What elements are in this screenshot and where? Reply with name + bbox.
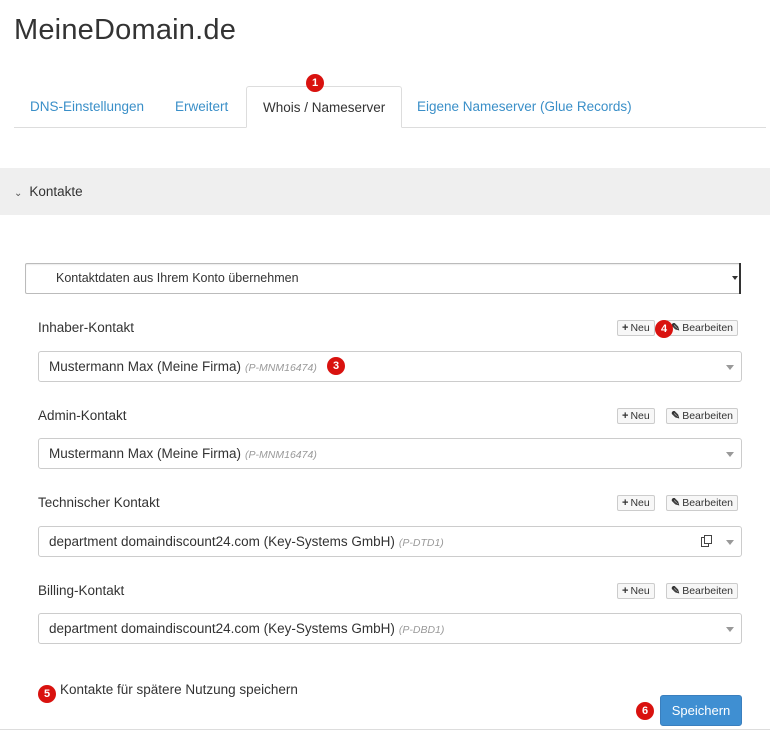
save-contacts-option[interactable]: Kontakte für spätere Nutzung speichern bbox=[60, 682, 298, 697]
chevron-down-icon bbox=[726, 540, 734, 545]
edit-billing-contact-button[interactable]: ✎ Bearbeiten bbox=[666, 583, 739, 599]
contact-label-owner: Inhaber-Kontakt bbox=[38, 320, 135, 335]
admin-contact-value: Mustermann Max (Meine Firma) bbox=[49, 446, 242, 461]
new-billing-contact-button[interactable]: + Neu bbox=[617, 583, 655, 599]
plus-icon: + bbox=[622, 410, 629, 422]
plus-icon: + bbox=[622, 322, 629, 334]
new-admin-contact-button[interactable]: + Neu bbox=[617, 408, 655, 424]
import-contact-select-value: Kontaktdaten aus Ihrem Konto übernehmen bbox=[56, 271, 299, 285]
billing-contact-value: department domaindiscount24.com (Key-Sys… bbox=[49, 621, 395, 636]
section-header-contacts[interactable]: ⌄ Kontakte bbox=[0, 168, 770, 215]
annotation-badge-3: 3 bbox=[327, 357, 345, 375]
chevron-down-icon: ⌄ bbox=[14, 188, 23, 199]
annotation-badge-1: 1 bbox=[306, 74, 324, 92]
technical-contact-handle: (P-DTD1) bbox=[398, 537, 444, 549]
chevron-down-icon bbox=[726, 627, 734, 632]
tab-bar: DNS-Einstellungen Erweitert Whois / Name… bbox=[14, 86, 766, 128]
annotation-badge-4: 4 bbox=[655, 320, 673, 338]
technical-contact-select[interactable]: department domaindiscount24.com (Key-Sys… bbox=[38, 526, 742, 557]
section-title: Kontakte bbox=[29, 184, 83, 199]
new-technical-contact-button[interactable]: + Neu bbox=[617, 495, 655, 511]
tab-glue-records[interactable]: Eigene Nameserver (Glue Records) bbox=[401, 86, 648, 127]
owner-contact-select[interactable]: Mustermann Max (Meine Firma) (P-MNM16474) bbox=[38, 351, 742, 382]
annotation-badge-6: 6 bbox=[636, 702, 654, 720]
contact-label-technical: Technischer Kontakt bbox=[38, 495, 160, 510]
plus-icon: + bbox=[622, 497, 629, 509]
contact-label-admin: Admin-Kontakt bbox=[38, 408, 127, 423]
pencil-icon: ✎ bbox=[671, 585, 681, 597]
tab-dns-settings[interactable]: DNS-Einstellungen bbox=[14, 86, 160, 127]
copy-icon[interactable] bbox=[701, 535, 713, 547]
tab-advanced[interactable]: Erweitert bbox=[159, 86, 244, 127]
new-owner-contact-button[interactable]: + Neu bbox=[617, 320, 655, 336]
pencil-icon: ✎ bbox=[671, 410, 681, 422]
chevron-down-icon bbox=[726, 365, 734, 370]
page-title: MeineDomain.de bbox=[14, 14, 237, 46]
edit-owner-contact-button[interactable]: ✎ Bearbeiten bbox=[666, 320, 739, 336]
billing-contact-select[interactable]: department domaindiscount24.com (Key-Sys… bbox=[38, 613, 742, 644]
contact-label-billing: Billing-Kontakt bbox=[38, 583, 125, 598]
owner-contact-handle: (P-MNM16474) bbox=[245, 362, 317, 374]
plus-icon: + bbox=[622, 585, 629, 597]
annotation-badge-5: 5 bbox=[38, 685, 56, 703]
import-contact-select[interactable]: Kontaktdaten aus Ihrem Konto übernehmen bbox=[25, 263, 741, 294]
owner-contact-value: Mustermann Max (Meine Firma) bbox=[49, 359, 242, 374]
pencil-icon: ✎ bbox=[671, 497, 681, 509]
billing-contact-handle: (P-DBD1) bbox=[398, 624, 445, 636]
chevron-down-icon bbox=[732, 263, 741, 294]
edit-admin-contact-button[interactable]: ✎ Bearbeiten bbox=[666, 408, 739, 424]
admin-contact-handle: (P-MNM16474) bbox=[245, 449, 317, 461]
chevron-down-icon bbox=[726, 452, 734, 457]
save-button[interactable]: Speichern bbox=[660, 695, 742, 726]
tab-whois-nameserver[interactable]: Whois / Nameserver bbox=[246, 86, 403, 128]
edit-technical-contact-button[interactable]: ✎ Bearbeiten bbox=[666, 495, 739, 511]
admin-contact-select[interactable]: Mustermann Max (Meine Firma) (P-MNM16474) bbox=[38, 438, 742, 469]
technical-contact-value: department domaindiscount24.com (Key-Sys… bbox=[49, 534, 395, 549]
